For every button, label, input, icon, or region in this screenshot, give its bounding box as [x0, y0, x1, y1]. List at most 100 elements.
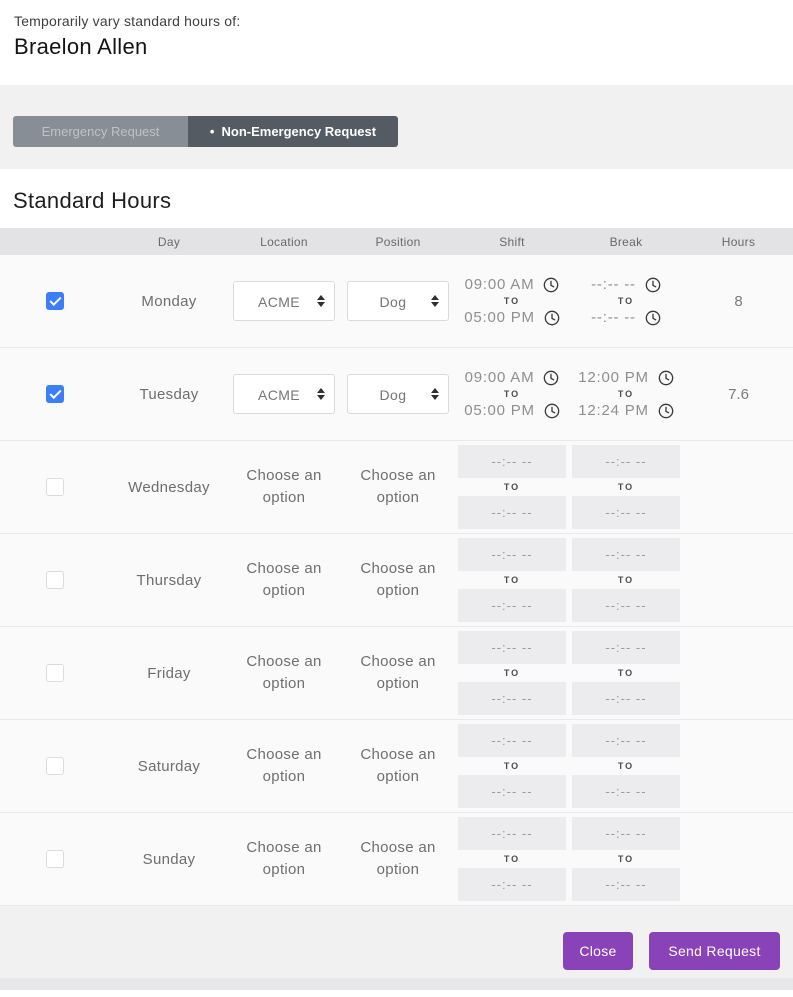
- location-value-clipped: Landscaping: [240, 314, 323, 320]
- position-choose-option: Choose an option: [360, 746, 436, 785]
- position-value: Dog: [379, 387, 407, 403]
- location-select[interactable]: ACME Landscaping: [233, 374, 335, 414]
- location-value: ACME: [257, 387, 301, 403]
- shift-to-label: TO: [503, 389, 521, 399]
- position-select[interactable]: Dog Groomer: [347, 281, 449, 321]
- clock-icon[interactable]: [645, 310, 661, 326]
- shift-to-label: TO: [503, 482, 521, 492]
- break-end-input-disabled: --:-- --: [572, 496, 680, 529]
- day-checkbox[interactable]: [46, 292, 64, 310]
- header-location: Location: [260, 234, 308, 249]
- shift-start-value: 09:00 AM: [464, 369, 535, 386]
- shift-start-value: 09:00 AM: [464, 276, 535, 293]
- location-value: ACME: [257, 294, 301, 310]
- break-end-input-disabled: --:-- --: [572, 589, 680, 622]
- position-choose-option: Choose an option: [360, 653, 436, 692]
- close-button[interactable]: Close: [563, 932, 633, 970]
- hours-value: 7.6: [728, 385, 749, 403]
- day-checkbox[interactable]: [46, 478, 64, 496]
- shift-start-input[interactable]: 09:00 AM: [465, 369, 560, 386]
- shift-start-input-disabled: --:-- --: [458, 724, 566, 757]
- hours-value: 8: [734, 292, 743, 310]
- break-start-input[interactable]: --:-- --: [591, 276, 661, 293]
- break-to-label: TO: [617, 854, 635, 864]
- day-label: Friday: [147, 664, 191, 682]
- shift-end-input-disabled: --:-- --: [458, 682, 566, 715]
- position-choose-option: Choose an option: [360, 560, 436, 599]
- location-choose-option: Choose an option: [246, 839, 322, 878]
- day-label: Thursday: [136, 571, 202, 589]
- location-choose-option: Choose an option: [246, 467, 322, 506]
- break-to-label: TO: [617, 389, 635, 399]
- tab-non-emergency-label: Non-Emergency Request: [221, 124, 377, 139]
- position-value: Dog: [379, 294, 407, 310]
- break-start-input-disabled: --:-- --: [572, 631, 680, 664]
- shift-to-label: TO: [503, 575, 521, 585]
- clock-icon[interactable]: [658, 370, 674, 386]
- location-select[interactable]: ACME Landscaping: [233, 281, 335, 321]
- day-checkbox[interactable]: [46, 850, 64, 868]
- day-checkbox[interactable]: [46, 385, 64, 403]
- break-to-label: TO: [617, 296, 635, 306]
- break-to-label: TO: [617, 482, 635, 492]
- header-hours: Hours: [721, 234, 756, 249]
- shift-end-value: 05:00 PM: [464, 402, 535, 419]
- location-value-clipped: Landscaping: [240, 407, 323, 413]
- active-tab-bullet: •: [209, 124, 215, 139]
- break-end-value: --:-- --: [591, 309, 636, 326]
- position-value-clipped: Groomer: [354, 314, 432, 320]
- standard-hours-table: Monday ACME Landscaping Dog Groomer: [0, 255, 793, 906]
- tab-emergency-request[interactable]: Emergency Request: [13, 116, 188, 147]
- clock-icon[interactable]: [645, 277, 661, 293]
- clock-icon[interactable]: [544, 403, 560, 419]
- clock-icon[interactable]: [543, 370, 559, 386]
- shift-start-input-disabled: --:-- --: [458, 445, 566, 478]
- tab-non-emergency-request[interactable]: • Non-Emergency Request: [188, 116, 398, 147]
- shift-start-input[interactable]: 09:00 AM: [465, 276, 560, 293]
- table-row-saturday: Saturday Choose an option Choose an opti…: [0, 720, 793, 813]
- shift-start-input-disabled: --:-- --: [458, 631, 566, 664]
- break-end-input-disabled: --:-- --: [572, 868, 680, 901]
- shift-to-label: TO: [503, 668, 521, 678]
- header-day: Day: [157, 234, 181, 249]
- break-start-value: --:-- --: [591, 276, 636, 293]
- header-shift: Shift: [499, 234, 525, 249]
- header-position: Position: [375, 234, 421, 249]
- position-choose-option: Choose an option: [360, 467, 436, 506]
- send-request-button[interactable]: Send Request: [649, 932, 780, 970]
- table-row-monday: Monday ACME Landscaping Dog Groomer: [0, 255, 793, 348]
- position-select[interactable]: Dog Groomer: [347, 374, 449, 414]
- break-start-input[interactable]: 12:00 PM: [578, 369, 674, 386]
- shift-to-label: TO: [503, 761, 521, 771]
- day-checkbox[interactable]: [46, 571, 64, 589]
- day-checkbox[interactable]: [46, 757, 64, 775]
- clock-icon[interactable]: [543, 277, 559, 293]
- day-label: Tuesday: [139, 385, 199, 403]
- shift-end-input-disabled: --:-- --: [458, 496, 566, 529]
- select-updown-icon: [317, 388, 325, 400]
- tabs-band: Emergency Request • Non-Emergency Reques…: [0, 85, 793, 169]
- shift-end-input[interactable]: 05:00 PM: [464, 402, 560, 419]
- clock-icon[interactable]: [544, 310, 560, 326]
- break-end-input-disabled: --:-- --: [572, 682, 680, 715]
- shift-end-value: 05:00 PM: [464, 309, 535, 326]
- day-label: Wednesday: [128, 478, 210, 496]
- day-label: Sunday: [142, 850, 196, 868]
- break-end-input[interactable]: --:-- --: [591, 309, 661, 326]
- day-checkbox[interactable]: [46, 664, 64, 682]
- break-end-input[interactable]: 12:24 PM: [578, 402, 674, 419]
- day-label: Monday: [141, 292, 197, 310]
- day-label: Saturday: [137, 757, 201, 775]
- table-row-wednesday: Wednesday Choose an option Choose an opt…: [0, 441, 793, 534]
- vary-hours-modal: Temporarily vary standard hours of: Brae…: [0, 0, 793, 997]
- modal-header: Temporarily vary standard hours of: Brae…: [0, 0, 793, 85]
- select-updown-icon: [431, 295, 439, 307]
- table-row-thursday: Thursday Choose an option Choose an opti…: [0, 534, 793, 627]
- table-row-sunday: Sunday Choose an option Choose an option…: [0, 813, 793, 906]
- shift-end-input-disabled: --:-- --: [458, 868, 566, 901]
- shift-end-input[interactable]: 05:00 PM: [464, 309, 560, 326]
- break-to-label: TO: [617, 761, 635, 771]
- modal-subtitle: Temporarily vary standard hours of:: [14, 13, 241, 29]
- section-title-standard-hours: Standard Hours: [0, 169, 793, 228]
- clock-icon[interactable]: [658, 403, 674, 419]
